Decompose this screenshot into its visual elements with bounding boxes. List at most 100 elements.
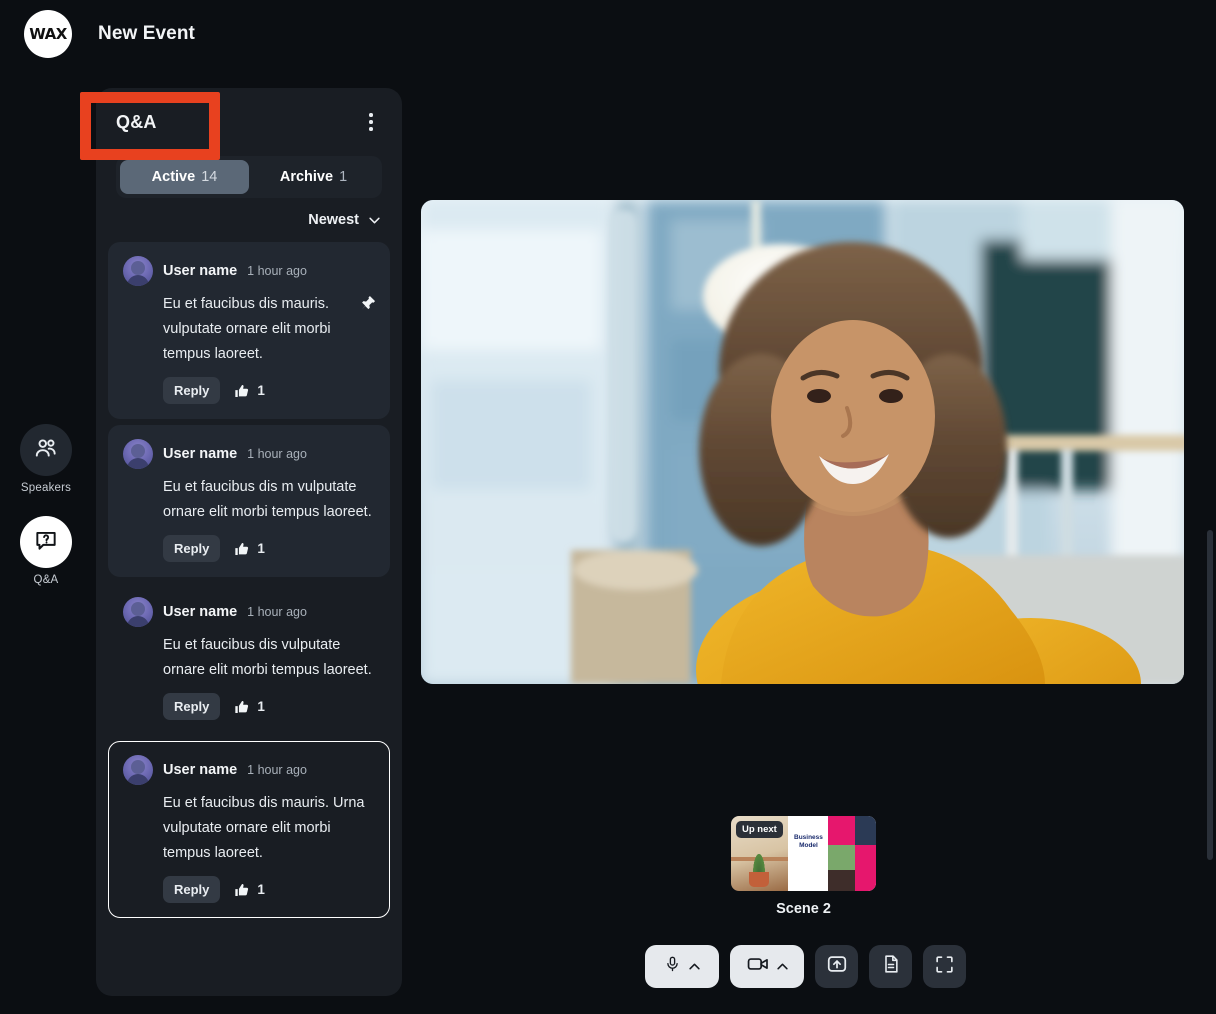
like-count: 1 [257, 882, 265, 897]
video-frame-image [421, 200, 1184, 684]
qa-panel-header: Q&A [96, 88, 402, 156]
qa-user-name: User name [163, 263, 238, 279]
tab-active[interactable]: Active 14 [120, 160, 249, 194]
document-icon [881, 953, 901, 980]
qa-sort-row: Newest [96, 198, 402, 242]
avatar [123, 439, 153, 469]
sort-dropdown[interactable]: Newest [308, 212, 380, 228]
fullscreen-icon [934, 954, 955, 980]
people-icon [33, 435, 59, 466]
like-control[interactable]: 1 [234, 699, 265, 715]
qa-card-body: Eu et faucibus dis m vulputate ornare el… [163, 475, 375, 525]
microphone-icon [664, 954, 681, 979]
rail-label-speakers: Speakers [20, 482, 72, 494]
like-control[interactable]: 1 [234, 882, 265, 898]
qa-question-text: Eu et faucibus dis m vulputate ornare el… [163, 479, 372, 520]
tab-active-count: 14 [201, 169, 218, 185]
like-control[interactable]: 1 [234, 541, 265, 557]
notes-button[interactable] [869, 945, 912, 988]
qa-card-header: User name 1 hour ago [123, 439, 375, 469]
qa-user-name: User name [163, 762, 238, 778]
rail-label-qa: Q&A [33, 574, 59, 586]
qa-question-text: Eu et faucibus dis vulputate ornare elit… [163, 637, 372, 678]
scene-slide-title: Business Model [794, 834, 823, 849]
qa-panel: Q&A Active 14 Archive 1 Newest User name… [96, 88, 402, 996]
camera-button[interactable] [730, 945, 804, 988]
tab-archive[interactable]: Archive 1 [249, 160, 378, 194]
qa-card-body: Eu et faucibus dis mauris. Urna vulputat… [163, 791, 375, 866]
thumbs-up-icon[interactable] [234, 541, 250, 557]
qa-card-body: Eu et faucibus dis mauris. vulputate orn… [163, 292, 377, 367]
scene-label: Scene 2 [776, 901, 831, 917]
avatar [123, 755, 153, 785]
kebab-menu-icon[interactable] [358, 109, 384, 135]
thumbs-up-icon[interactable] [234, 882, 250, 898]
wax-logo[interactable]: WAX [24, 10, 72, 58]
like-control[interactable]: 1 [234, 383, 265, 399]
reply-button[interactable]: Reply [163, 693, 221, 720]
microphone-button[interactable] [645, 945, 719, 988]
rail-item-speakers[interactable]: Speakers [20, 424, 72, 494]
event-title: New Event [98, 23, 195, 44]
qa-timestamp: 1 hour ago [247, 447, 307, 461]
chevron-down-icon [369, 217, 380, 223]
page-scrollbar[interactable] [1207, 530, 1213, 860]
reply-button[interactable]: Reply [163, 377, 221, 404]
scene-slide-image: Business Model [788, 816, 876, 891]
qa-card-actions: Reply 1 [163, 535, 375, 562]
qa-timestamp: 1 hour ago [247, 605, 307, 619]
tab-active-label: Active [151, 169, 196, 185]
sort-label: Newest [308, 212, 359, 228]
chevron-up-icon[interactable] [689, 963, 700, 970]
qa-button[interactable] [20, 516, 72, 568]
left-rail: Speakers Q&A [20, 424, 72, 586]
up-next-badge: Up next [736, 821, 783, 838]
thumbs-up-icon[interactable] [234, 699, 250, 715]
app-root: WAX New Event Speakers Q&A Q&A Active 14… [0, 0, 1216, 1014]
qa-user-name: User name [163, 604, 238, 620]
qa-question-text: Eu et faucibus dis mauris. Urna vulputat… [163, 795, 365, 861]
qa-question-card[interactable]: User name 1 hour ago Eu et faucibus dis m … [108, 425, 390, 577]
chevron-up-icon[interactable] [776, 963, 788, 970]
qa-question-card[interactable]: User name 1 hour ago Eu et faucibus dis ma… [108, 242, 390, 419]
scene-thumbnail[interactable]: Business Model Up next [731, 816, 876, 891]
rail-item-qa[interactable]: Q&A [20, 516, 72, 586]
qa-card-header: User name 1 hour ago [123, 755, 375, 785]
tab-archive-label: Archive [279, 169, 334, 185]
qa-card-header: User name 1 hour ago [123, 597, 375, 627]
question-bubble-icon [33, 527, 59, 558]
pin-icon[interactable] [359, 294, 377, 312]
qa-question-list: User name 1 hour ago Eu et faucibus dis ma… [96, 242, 402, 934]
reply-button[interactable]: Reply [163, 876, 221, 903]
scene-thumbnail-wrap[interactable]: Business Model Up next Scene 2 [731, 816, 876, 917]
top-bar: WAX New Event [0, 0, 1216, 68]
video-camera-icon [747, 955, 769, 978]
meeting-controls [645, 945, 966, 988]
video-feed[interactable] [421, 200, 1184, 684]
fullscreen-button[interactable] [923, 945, 966, 988]
qa-timestamp: 1 hour ago [247, 763, 307, 777]
reply-button[interactable]: Reply [163, 535, 221, 562]
thumbs-up-icon[interactable] [234, 383, 250, 399]
qa-question-card[interactable]: User name 1 hour ago Eu et faucibus dis vu… [108, 583, 390, 735]
share-screen-button[interactable] [815, 945, 858, 988]
tab-archive-count: 1 [339, 169, 348, 185]
avatar [123, 256, 153, 286]
qa-card-body: Eu et faucibus dis vulputate ornare elit… [163, 633, 375, 683]
like-count: 1 [257, 699, 265, 714]
qa-card-header: User name 1 hour ago [123, 256, 375, 286]
share-screen-icon [826, 953, 848, 980]
qa-card-actions: Reply 1 [163, 876, 375, 903]
pin-icon[interactable] [359, 294, 377, 312]
like-count: 1 [257, 383, 265, 398]
qa-question-text: Eu et faucibus dis mauris. vulputate orn… [163, 296, 331, 362]
like-count: 1 [257, 541, 265, 556]
speakers-button[interactable] [20, 424, 72, 476]
qa-question-card[interactable]: User name 1 hour ago Eu et faucibus dis ma… [108, 741, 390, 918]
qa-tabs: Active 14 Archive 1 [116, 156, 382, 198]
qa-timestamp: 1 hour ago [247, 264, 307, 278]
avatar [123, 597, 153, 627]
qa-panel-title: Q&A [116, 111, 157, 132]
qa-card-actions: Reply 1 [163, 693, 375, 720]
qa-user-name: User name [163, 446, 238, 462]
